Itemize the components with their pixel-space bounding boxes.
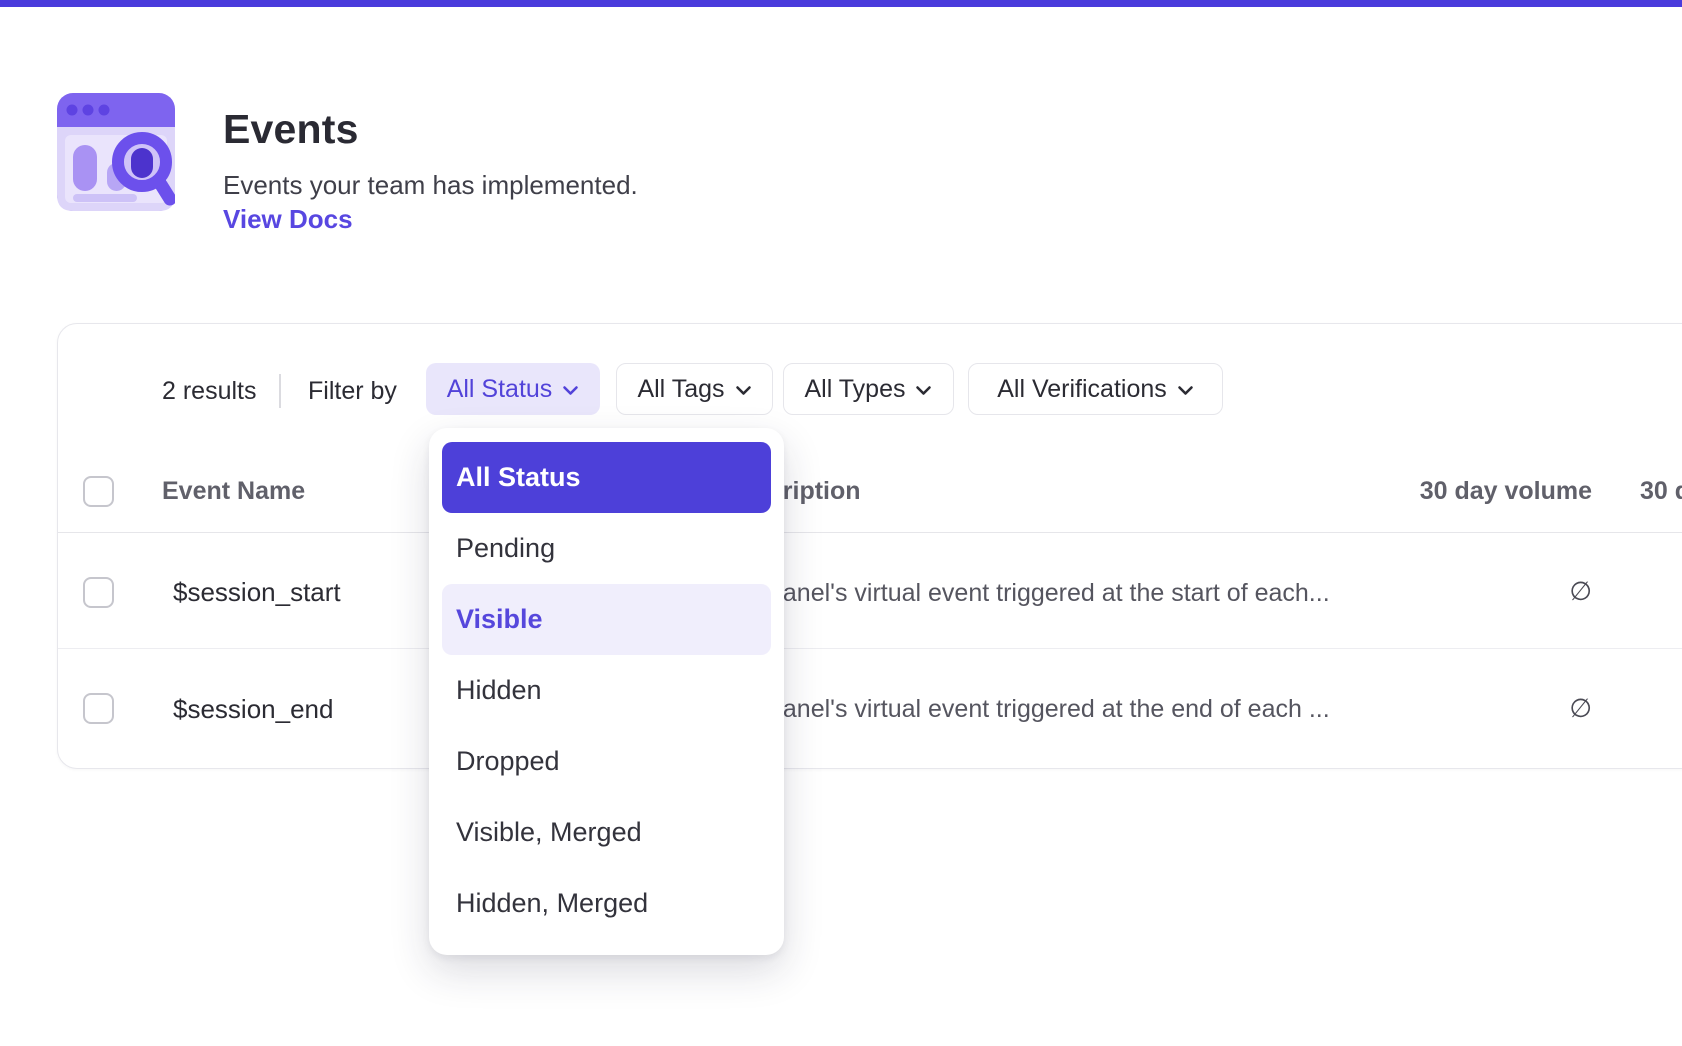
dropdown-option-visible[interactable]: Visible [442,584,771,655]
select-all-checkbox[interactable] [83,476,114,507]
filter-button-tags[interactable]: All Tags [616,363,773,415]
description-cell: panel's virtual event triggered at the s… [769,578,1330,608]
results-count: 2 results [162,376,256,406]
column-header-30-day-volume: 30 day volume [1300,476,1592,506]
filter-button-verifications[interactable]: All Verifications [968,363,1223,415]
page-subtitle: Events your team has implemented. [223,170,638,201]
events-page: Events Events your team has implemented.… [0,0,1682,1046]
status-filter-dropdown: All Status Pending Visible Hidden Droppe… [429,428,784,955]
dropdown-option-pending[interactable]: Pending [442,513,771,584]
filter-button-status-label: All Status [447,375,553,404]
row-checkbox-session-end[interactable] [83,693,114,724]
column-header-event-name: Event Name [162,476,305,506]
event-name-cell[interactable]: $session_start [173,576,341,608]
row-checkbox-session-start[interactable] [83,577,114,608]
dropdown-option-label: Pending [456,533,555,564]
filter-button-types-label: All Types [805,375,906,404]
column-header-30-day-users-clipped: 30 d [1640,476,1682,506]
dropdown-option-all-status[interactable]: All Status [442,442,771,513]
dropdown-option-label: Dropped [456,746,560,777]
filter-button-types[interactable]: All Types [783,363,954,415]
dropdown-option-label: Hidden, Merged [456,888,648,919]
dropdown-option-label: Visible, Merged [456,817,642,848]
filter-by-label: Filter by [308,376,397,406]
filter-button-status[interactable]: All Status [426,363,600,415]
dropdown-option-dropped[interactable]: Dropped [442,726,771,797]
chevron-down-icon [735,385,752,396]
dropdown-option-label: Hidden [456,675,542,706]
table-row-divider [58,648,1682,649]
dropdown-option-hidden-merged[interactable]: Hidden, Merged [442,868,771,939]
volume-cell: ∅ [1400,576,1592,608]
dropdown-option-visible-merged[interactable]: Visible, Merged [442,797,771,868]
chevron-down-icon [1177,385,1194,396]
dropdown-option-hidden[interactable]: Hidden [442,655,771,726]
filter-button-verifications-label: All Verifications [997,375,1167,404]
page-title: Events [223,106,359,153]
chevron-down-icon [562,385,579,396]
filter-bar-divider [279,374,281,408]
view-docs-link[interactable]: View Docs [223,204,353,235]
table-header-divider [58,532,1682,533]
event-name-cell[interactable]: $session_end [173,693,333,725]
top-accent-bar [0,0,1682,7]
description-cell: panel's virtual event triggered at the e… [769,694,1330,724]
filter-button-tags-label: All Tags [637,375,724,404]
browser-chart-search-icon [57,93,175,211]
dropdown-option-label: All Status [456,462,581,493]
events-page-icon [57,93,175,211]
chevron-down-icon [915,385,932,396]
dropdown-option-label: Visible [456,604,543,635]
volume-cell: ∅ [1400,693,1592,725]
